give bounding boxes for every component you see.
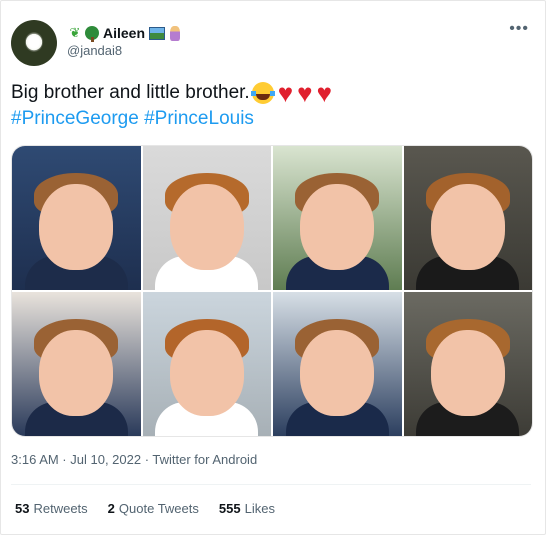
red-heart-icon: ♥ bbox=[277, 78, 294, 108]
likes-stat[interactable]: 555 Likes bbox=[219, 501, 275, 516]
tweet-text: Big brother and little brother. ♥ ♥ ♥ #P… bbox=[11, 80, 531, 132]
photo-louis-2[interactable] bbox=[403, 146, 532, 290]
engagement-stats: 53 Retweets 2 Quote Tweets 555 Likes bbox=[15, 501, 275, 516]
more-options-icon[interactable]: ••• bbox=[509, 20, 529, 38]
likes-count: 555 bbox=[218, 501, 241, 516]
tweet-card: ❦ Aileen @jandai8 ••• Big brother and li… bbox=[0, 0, 546, 535]
quote-tweets-label: Quote Tweets bbox=[118, 501, 199, 516]
photo-subject-face bbox=[169, 183, 244, 270]
display-name[interactable]: Aileen bbox=[103, 25, 145, 41]
photo-george-3[interactable] bbox=[12, 292, 141, 436]
tweet-timestamp[interactable]: 3:16 AM · Jul 10, 2022 · Twitter for And… bbox=[11, 452, 257, 467]
photo-subject-face bbox=[169, 329, 244, 416]
photo-subject-face bbox=[300, 183, 375, 270]
avatar[interactable] bbox=[11, 20, 57, 66]
quote-tweets-stat[interactable]: 2 Quote Tweets bbox=[108, 501, 199, 516]
quote-tweets-count: 2 bbox=[107, 501, 115, 516]
face-with-tears-of-joy-icon bbox=[250, 82, 275, 104]
retweets-stat[interactable]: 53 Retweets bbox=[15, 501, 88, 516]
photo-louis-1[interactable] bbox=[142, 146, 271, 290]
photo-george-1[interactable] bbox=[12, 146, 141, 290]
red-heart-icon: ♥ bbox=[316, 78, 333, 108]
likes-label: Likes bbox=[244, 501, 275, 516]
photo-george-2[interactable] bbox=[273, 146, 402, 290]
red-heart-icon: ♥ bbox=[297, 78, 313, 108]
photo-louis-3[interactable] bbox=[142, 292, 271, 436]
photo-subject-face bbox=[39, 183, 114, 270]
tree-icon bbox=[85, 26, 99, 42]
user-handle[interactable]: @jandai8 bbox=[67, 43, 122, 58]
retweets-label: Retweets bbox=[33, 501, 88, 516]
photo-subject-face bbox=[430, 329, 505, 416]
tweet-body-text: Big brother and little brother. bbox=[11, 82, 250, 103]
media-grid[interactable] bbox=[11, 145, 533, 437]
photo-george-4[interactable] bbox=[273, 292, 402, 436]
photo-subject-face bbox=[430, 183, 505, 270]
landscape-icon bbox=[149, 26, 166, 40]
photo-subject-face bbox=[300, 329, 375, 416]
seedling-icon: ❦ bbox=[69, 25, 81, 40]
divider bbox=[11, 484, 531, 485]
author-name-row[interactable]: ❦ Aileen bbox=[67, 24, 181, 42]
retweets-count: 53 bbox=[15, 501, 30, 516]
fairy-icon bbox=[170, 25, 181, 41]
photo-louis-4[interactable] bbox=[403, 292, 532, 436]
hashtag-links[interactable]: #PrinceGeorge #PrinceLouis bbox=[11, 106, 531, 132]
photo-subject-face bbox=[39, 329, 114, 416]
